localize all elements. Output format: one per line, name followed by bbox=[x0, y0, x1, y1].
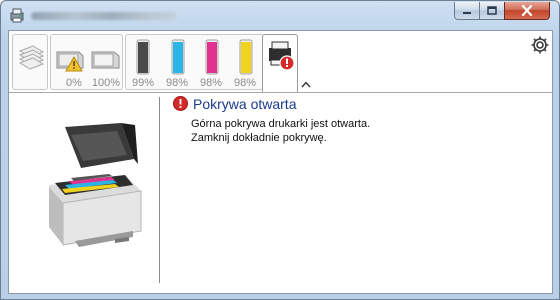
message-body: Górna pokrywa drukarki jest otwarta. Zam… bbox=[191, 117, 370, 145]
status-toolbar: 0% 100% 99% 98% 98% 98% bbox=[9, 31, 552, 94]
chevron-up-icon bbox=[301, 80, 311, 87]
close-icon bbox=[521, 5, 533, 16]
black-toner-level: 99% bbox=[131, 77, 155, 89]
status-monitor-window: 0% 100% 99% 98% 98% 98% Pokrywa otwarta … bbox=[0, 0, 560, 300]
message-line: Górna pokrywa drukarki jest otwarta. bbox=[191, 118, 371, 130]
maximize-icon bbox=[487, 6, 497, 15]
printer-open-cover-illustration bbox=[49, 123, 142, 247]
yellow-toner-level: 98% bbox=[233, 77, 257, 89]
minimize-icon bbox=[463, 11, 471, 14]
printer-error-icon bbox=[269, 41, 295, 71]
message-line: Zamknij dokładnie pokrywę. bbox=[191, 132, 327, 144]
printer-app-icon bbox=[10, 8, 24, 23]
paper-tray-icon bbox=[91, 51, 120, 69]
paper-tray-2-level: 100% bbox=[91, 77, 121, 89]
maximize-button[interactable] bbox=[479, 2, 505, 20]
tab-jobs[interactable] bbox=[12, 34, 48, 90]
panel-divider bbox=[159, 97, 160, 283]
magenta-toner-icon bbox=[205, 39, 219, 75]
black-toner-icon bbox=[136, 39, 150, 75]
tab-toner[interactable]: 99% 98% 98% 98% bbox=[125, 34, 264, 90]
paper-tray-warning-icon bbox=[56, 51, 84, 72]
magenta-toner-level: 98% bbox=[199, 77, 223, 89]
tab-device-status[interactable] bbox=[262, 34, 298, 94]
message-title: Pokrywa otwarta bbox=[193, 96, 297, 112]
client-area: 0% 100% 99% 98% 98% 98% Pokrywa otwarta … bbox=[8, 30, 553, 294]
yellow-toner-icon bbox=[239, 39, 253, 75]
documents-icon bbox=[18, 45, 45, 70]
tab-paper[interactable]: 0% 100% bbox=[50, 34, 123, 90]
title-bar[interactable] bbox=[1, 1, 559, 29]
error-icon bbox=[173, 96, 188, 111]
close-button[interactable] bbox=[504, 2, 550, 20]
cyan-toner-icon bbox=[171, 39, 185, 75]
cyan-toner-level: 98% bbox=[165, 77, 189, 89]
status-panel: Pokrywa otwarta Górna pokrywa drukarki j… bbox=[9, 93, 552, 293]
collapse-toolbar-button[interactable] bbox=[300, 79, 312, 89]
paper-tray-1-level: 0% bbox=[66, 77, 82, 89]
window-title bbox=[31, 12, 177, 20]
minimize-button[interactable] bbox=[454, 2, 480, 20]
gear-icon[interactable] bbox=[530, 35, 550, 55]
